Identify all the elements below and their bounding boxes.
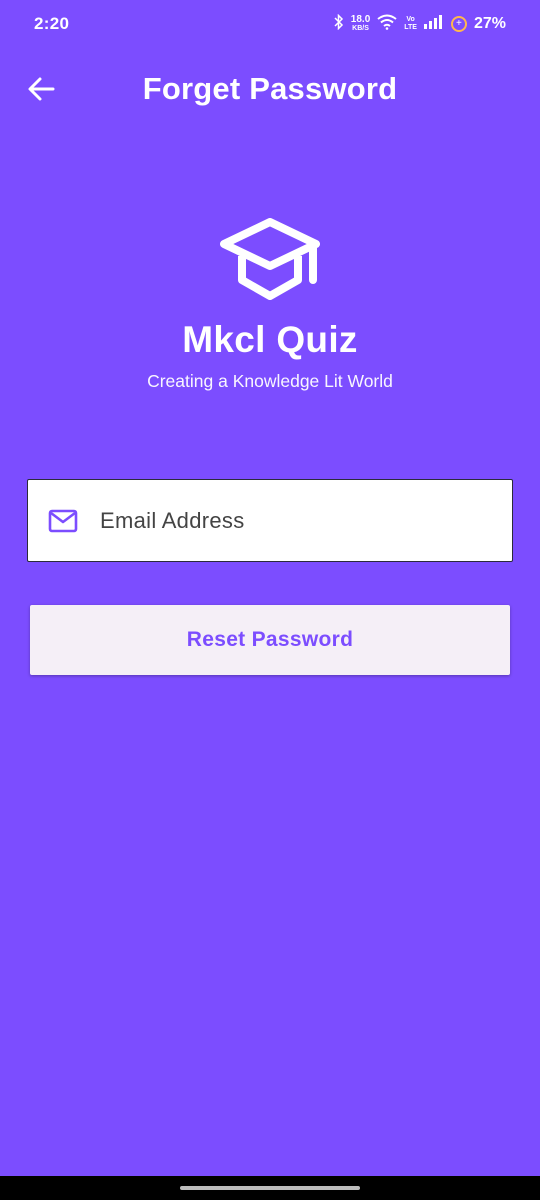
signal-icon [423,14,444,34]
volte-top: Vo [406,16,415,23]
status-bar: 2:20 18.0 KB/S Vo LTE + 27% [0,0,540,48]
status-time: 2:20 [34,14,70,33]
email-field[interactable] [27,479,513,562]
home-indicator[interactable] [180,1186,360,1190]
volte-indicator: Vo LTE [404,16,417,32]
network-speed-unit: KB/S [352,25,369,32]
wifi-icon [377,14,397,35]
status-icons: 18.0 KB/S Vo LTE + 27% [334,13,506,35]
volte-bottom: LTE [404,24,417,31]
system-nav-bar [0,1176,540,1200]
reset-password-button[interactable]: Reset Password [30,605,510,675]
page-title: Forget Password [142,71,398,106]
mail-icon [48,509,78,533]
bluetooth-icon [334,13,344,35]
app-tagline: Creating a Knowledge Lit World [147,371,393,391]
email-input[interactable] [100,507,480,534]
app-logo-block: Mkcl Quiz Creating a Knowledge Lit World [0,218,540,392]
app-name: Mkcl Quiz [182,319,358,360]
app-bar: Forget Password [0,56,540,124]
battery-percent: 27% [473,15,506,32]
graduation-cap-icon [220,218,320,300]
forget-password-screen: 2:20 18.0 KB/S Vo LTE + 27% Forget Passw… [0,0,540,1200]
network-speed-value: 18.0 [350,14,371,25]
network-speed: 18.0 KB/S [351,15,370,33]
battery-saver-icon: + [450,16,467,32]
